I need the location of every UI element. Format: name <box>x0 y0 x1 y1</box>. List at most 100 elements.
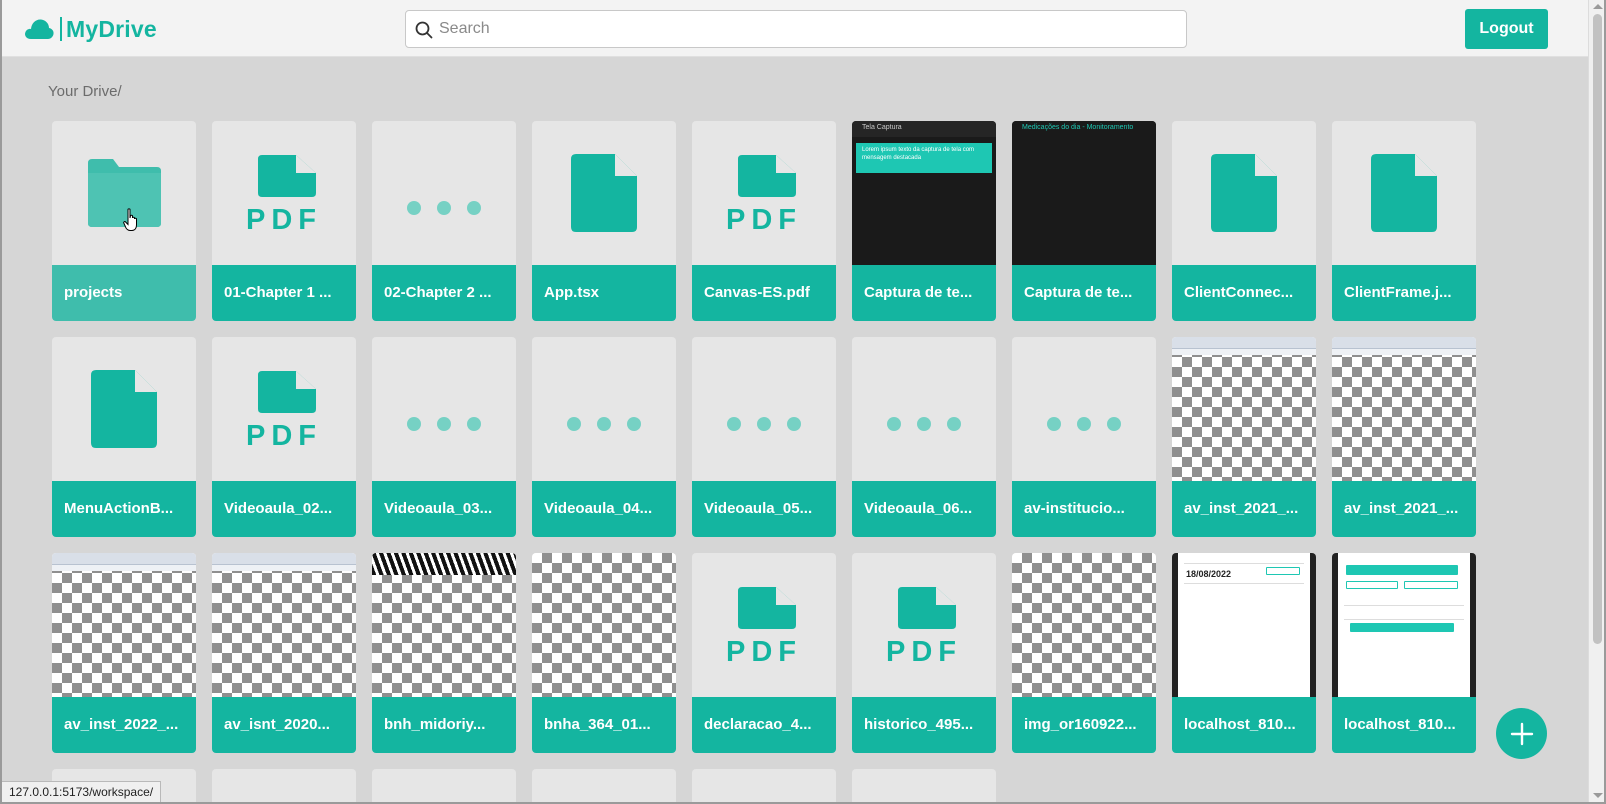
file-card[interactable]: 02-Chapter 2 ... <box>372 121 516 321</box>
logout-button[interactable]: Logout <box>1465 9 1548 49</box>
card-filename: ClientFrame.j... <box>1332 265 1476 321</box>
file-card[interactable]: PDF Videoaula_02... <box>212 337 356 537</box>
svg-text:PDF: PDF <box>726 636 802 665</box>
card-filename: Videoaula_02... <box>212 481 356 537</box>
file-card[interactable]: ClientConnec... <box>1172 121 1316 321</box>
image-thumbnail <box>532 553 676 697</box>
file-card[interactable]: img_or160922... <box>1012 553 1156 753</box>
card-filename: ClientConnec... <box>1172 265 1316 321</box>
file-card[interactable]: av_inst_2021_... <box>1172 337 1316 537</box>
card-filename: 02-Chapter 2 ... <box>372 265 516 321</box>
pdf-icon: PDF <box>246 371 316 449</box>
card-filename: img_or160922... <box>1012 697 1156 753</box>
pdf-icon: PDF <box>726 587 802 665</box>
image-thumbnail <box>52 553 196 697</box>
file-card[interactable]: PDF Canvas-ES.pdf <box>692 121 836 321</box>
search-icon <box>415 21 433 39</box>
card-thumbnail: PDF <box>692 121 836 265</box>
file-card[interactable]: av_inst_2022_... <box>52 553 196 753</box>
card-filename: MenuActionB... <box>52 481 196 537</box>
file-card[interactable]: PDF historico_495... <box>852 553 996 753</box>
scrollbar-thumb[interactable] <box>1593 14 1602 644</box>
unknown-type-dots-icon <box>407 417 481 431</box>
card-filename: localhost_810... <box>1332 697 1476 753</box>
file-card-partial[interactable] <box>372 769 516 802</box>
card-filename: av-institucio... <box>1012 481 1156 537</box>
card-thumbnail <box>532 553 676 697</box>
unknown-type-dots-icon <box>727 417 801 431</box>
file-card[interactable]: localhost_810... <box>1332 553 1476 753</box>
card-thumbnail <box>532 337 676 481</box>
card-thumbnail: PDF <box>212 337 356 481</box>
file-card[interactable]: av-institucio... <box>1012 337 1156 537</box>
file-card[interactable]: PDF declaracao_4... <box>692 553 836 753</box>
svg-text:PDF: PDF <box>246 204 322 233</box>
card-thumbnail: PDF <box>692 553 836 697</box>
card-thumbnail <box>1012 553 1156 697</box>
breadcrumb[interactable]: Your Drive/ <box>48 83 122 100</box>
image-thumbnail <box>1332 337 1476 481</box>
card-thumbnail <box>1012 337 1156 481</box>
image-thumbnail: Tela Captura Lorem ipsum texto da captura… <box>852 121 996 265</box>
file-card[interactable]: ClientFrame.j... <box>1332 121 1476 321</box>
file-card[interactable]: 18/08/2022 localhost_810... <box>1172 553 1316 753</box>
search-input[interactable] <box>439 11 1179 47</box>
file-card[interactable]: App.tsx <box>532 121 676 321</box>
file-card-partial[interactable] <box>212 769 356 802</box>
file-grid: projects PDF 01-Chapter 1 ... 02-Chapter 2 … <box>52 121 1482 753</box>
file-card[interactable]: bnha_364_01... <box>532 553 676 753</box>
pdf-icon: PDF <box>726 155 796 233</box>
search-bar <box>405 10 1187 48</box>
image-thumbnail <box>1172 337 1316 481</box>
file-card[interactable]: Videoaula_03... <box>372 337 516 537</box>
file-card[interactable]: bnh_midoriy... <box>372 553 516 753</box>
scroll-down-arrow-icon[interactable] <box>1593 793 1603 798</box>
card-filename: av_inst_2021_... <box>1172 481 1316 537</box>
card-filename: Videoaula_06... <box>852 481 996 537</box>
image-thumbnail: 18/08/2022 <box>1172 553 1316 697</box>
vertical-scrollbar[interactable] <box>1588 0 1604 802</box>
file-card[interactable]: Videoaula_06... <box>852 337 996 537</box>
file-card[interactable]: Tela Captura Lorem ipsum texto da captura… <box>852 121 996 321</box>
image-thumbnail: Medicações do dia - Monitoramento <box>1012 121 1156 265</box>
file-card[interactable]: MenuActionB... <box>52 337 196 537</box>
app-logo[interactable]: MyDrive <box>24 14 157 44</box>
unknown-type-dots-icon <box>567 417 641 431</box>
logo-separator <box>60 17 62 41</box>
file-icon <box>571 154 637 232</box>
link-status-bar: 127.0.0.1:5173/workspace/ <box>2 781 162 802</box>
scroll-up-arrow-icon[interactable] <box>1593 4 1603 9</box>
card-filename: Videoaula_04... <box>532 481 676 537</box>
unknown-type-dots-icon <box>887 417 961 431</box>
card-thumbnail <box>372 121 516 265</box>
card-filename: Videoaula_05... <box>692 481 836 537</box>
svg-text:PDF: PDF <box>886 636 962 665</box>
card-thumbnail <box>532 121 676 265</box>
card-thumbnail <box>1332 337 1476 481</box>
card-thumbnail <box>1332 121 1476 265</box>
file-card[interactable]: Videoaula_04... <box>532 337 676 537</box>
file-card[interactable]: av_isnt_2020... <box>212 553 356 753</box>
card-filename: historico_495... <box>852 697 996 753</box>
next-row-partial <box>52 769 996 802</box>
hand-cursor-icon <box>123 208 137 231</box>
file-card[interactable]: PDF 01-Chapter 1 ... <box>212 121 356 321</box>
card-filename: bnh_midoriy... <box>372 697 516 753</box>
image-thumbnail <box>1012 553 1156 697</box>
file-card-partial[interactable] <box>532 769 676 802</box>
pdf-icon: PDF <box>886 587 962 665</box>
card-thumbnail <box>372 553 516 697</box>
file-card-partial[interactable] <box>692 769 836 802</box>
cloud-icon <box>25 19 54 39</box>
file-card[interactable]: av_inst_2021_... <box>1332 337 1476 537</box>
card-filename: declaracao_4... <box>692 697 836 753</box>
card-thumbnail: PDF <box>212 121 356 265</box>
file-card[interactable]: Videoaula_05... <box>692 337 836 537</box>
file-card[interactable]: Medicações do dia - Monitoramento Captura… <box>1012 121 1156 321</box>
file-card-partial[interactable] <box>852 769 996 802</box>
file-icon <box>91 370 157 448</box>
card-filename: bnha_364_01... <box>532 697 676 753</box>
card-filename: localhost_810... <box>1172 697 1316 753</box>
add-file-button[interactable] <box>1496 708 1547 759</box>
app-name: MyDrive <box>66 15 157 42</box>
